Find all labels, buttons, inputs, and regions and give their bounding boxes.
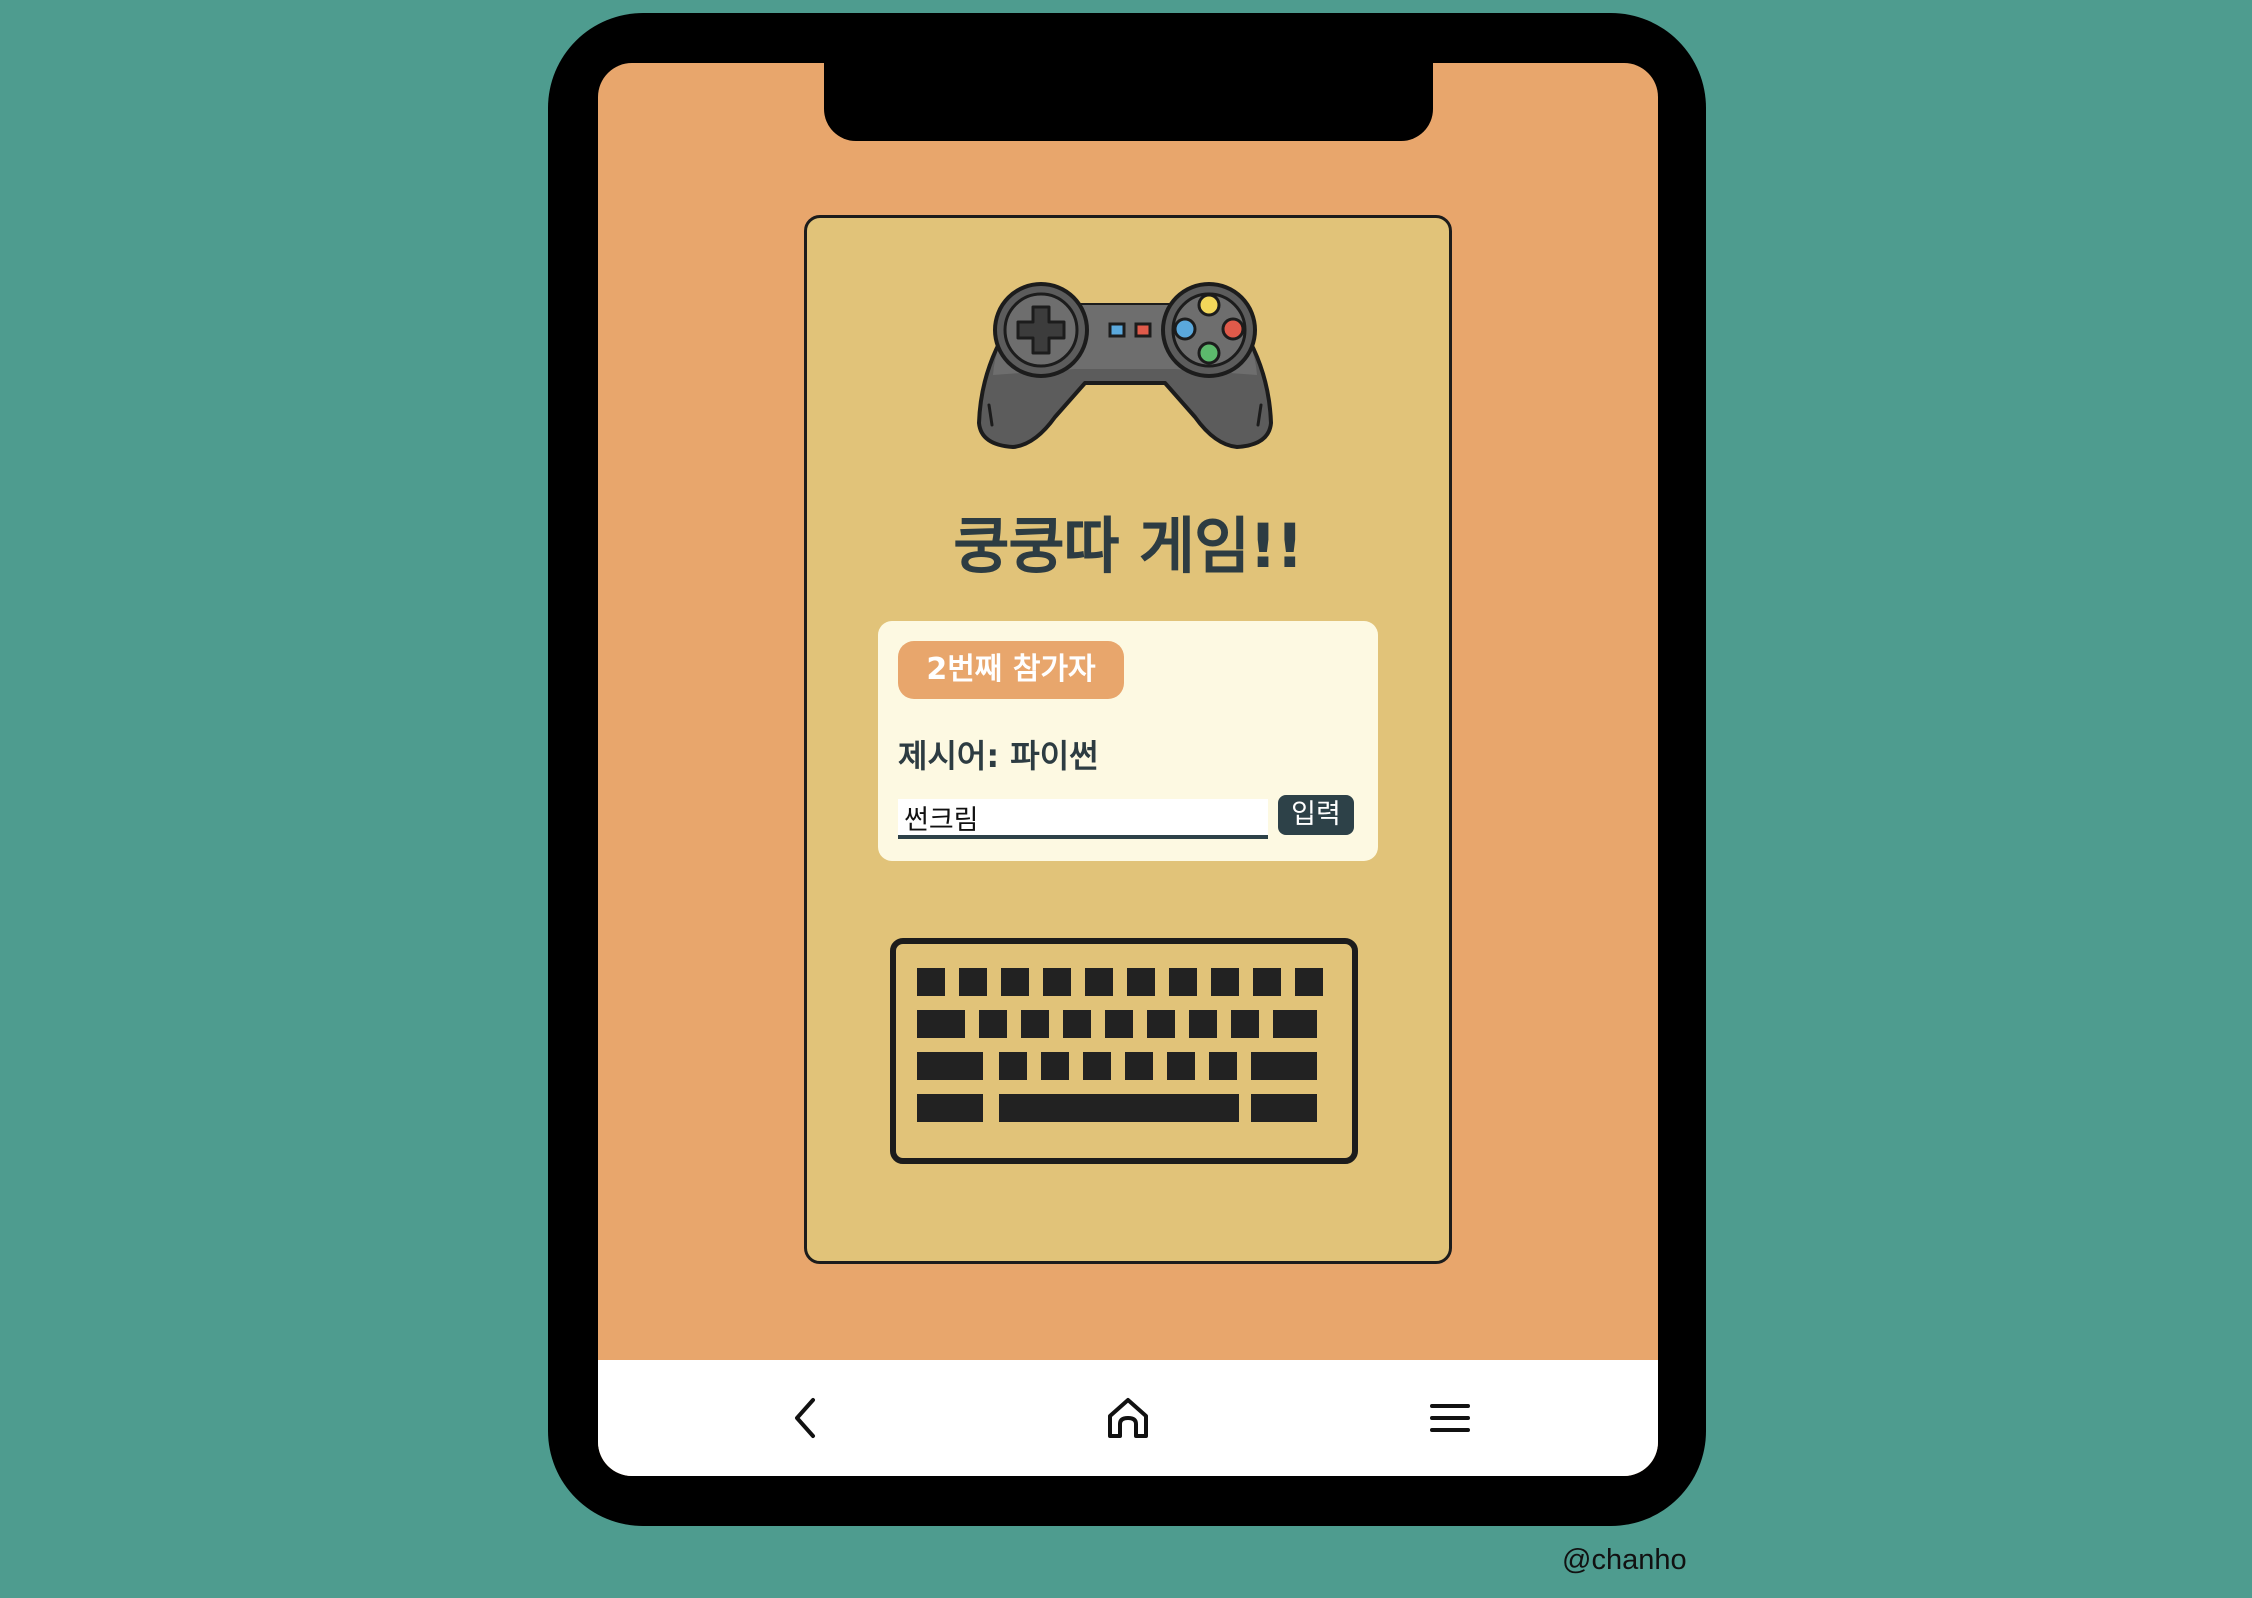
- keyboard-key: [1251, 1052, 1317, 1080]
- answer-input[interactable]: [898, 799, 1268, 839]
- green-button: [1197, 341, 1221, 365]
- camera-notch: [824, 63, 1433, 141]
- game-title: 쿵쿵따 게임!!: [953, 511, 1303, 582]
- keyboard-key: [1189, 1010, 1217, 1038]
- input-panel: 2번째 참가자 제시어: 파이썬 입력: [878, 621, 1378, 861]
- keyboard-key: [917, 968, 945, 996]
- keyboard-key: [1295, 968, 1323, 996]
- game-card: 쿵쿵따 게임!! 2번째 참가자 제시어: 파이썬 입력: [804, 215, 1452, 1264]
- keyboard-key: [1209, 1052, 1237, 1080]
- keyboard-key: [917, 1052, 983, 1080]
- start-button: [1134, 322, 1152, 338]
- blue-button: [1173, 317, 1197, 341]
- keyboard-key: [1147, 1010, 1175, 1038]
- keyboard-key: [1169, 968, 1197, 996]
- keyboard-key: [1273, 1010, 1317, 1038]
- keyboard-key: [1251, 1094, 1317, 1122]
- keyboard-icon: [890, 938, 1358, 1164]
- gamepad-icon: [977, 282, 1273, 449]
- keyboard-key: [1231, 1010, 1259, 1038]
- keyboard-key: [979, 1010, 1007, 1038]
- keyboard-key: [1125, 1052, 1153, 1080]
- prompt-word-label: 제시어: 파이썬: [898, 737, 1099, 775]
- keyboard-key: [999, 1094, 1239, 1122]
- tablet-screen: 쿵쿵따 게임!! 2번째 참가자 제시어: 파이썬 입력: [598, 63, 1658, 1476]
- keyboard-key: [917, 1094, 983, 1122]
- tablet-frame: 쿵쿵따 게임!! 2번째 참가자 제시어: 파이썬 입력: [548, 13, 1706, 1526]
- bottom-nav-bar: [598, 1360, 1658, 1476]
- yellow-button: [1197, 293, 1221, 317]
- keyboard-key: [1021, 1010, 1049, 1038]
- keyboard-key: [1127, 968, 1155, 996]
- red-button: [1221, 317, 1245, 341]
- keyboard-key: [1105, 1010, 1133, 1038]
- select-button: [1108, 322, 1126, 338]
- keyboard-key: [1253, 968, 1281, 996]
- home-icon[interactable]: [1100, 1390, 1156, 1446]
- author-watermark: @chanho: [1562, 1544, 1687, 1576]
- keyboard-key: [1211, 968, 1239, 996]
- keyboard-key: [1001, 968, 1029, 996]
- hamburger-menu-icon[interactable]: [1422, 1390, 1478, 1446]
- keyboard-key: [1083, 1052, 1111, 1080]
- keyboard-key: [1041, 1052, 1069, 1080]
- keyboard-key: [1167, 1052, 1195, 1080]
- keyboard-key: [917, 1010, 965, 1038]
- back-chevron-icon[interactable]: [779, 1390, 835, 1446]
- participant-badge: 2번째 참가자: [898, 641, 1124, 699]
- keyboard-key: [1063, 1010, 1091, 1038]
- keyboard-key: [999, 1052, 1027, 1080]
- keyboard-key: [959, 968, 987, 996]
- submit-button[interactable]: 입력: [1278, 795, 1354, 835]
- keyboard-key: [1085, 968, 1113, 996]
- keyboard-key: [1043, 968, 1071, 996]
